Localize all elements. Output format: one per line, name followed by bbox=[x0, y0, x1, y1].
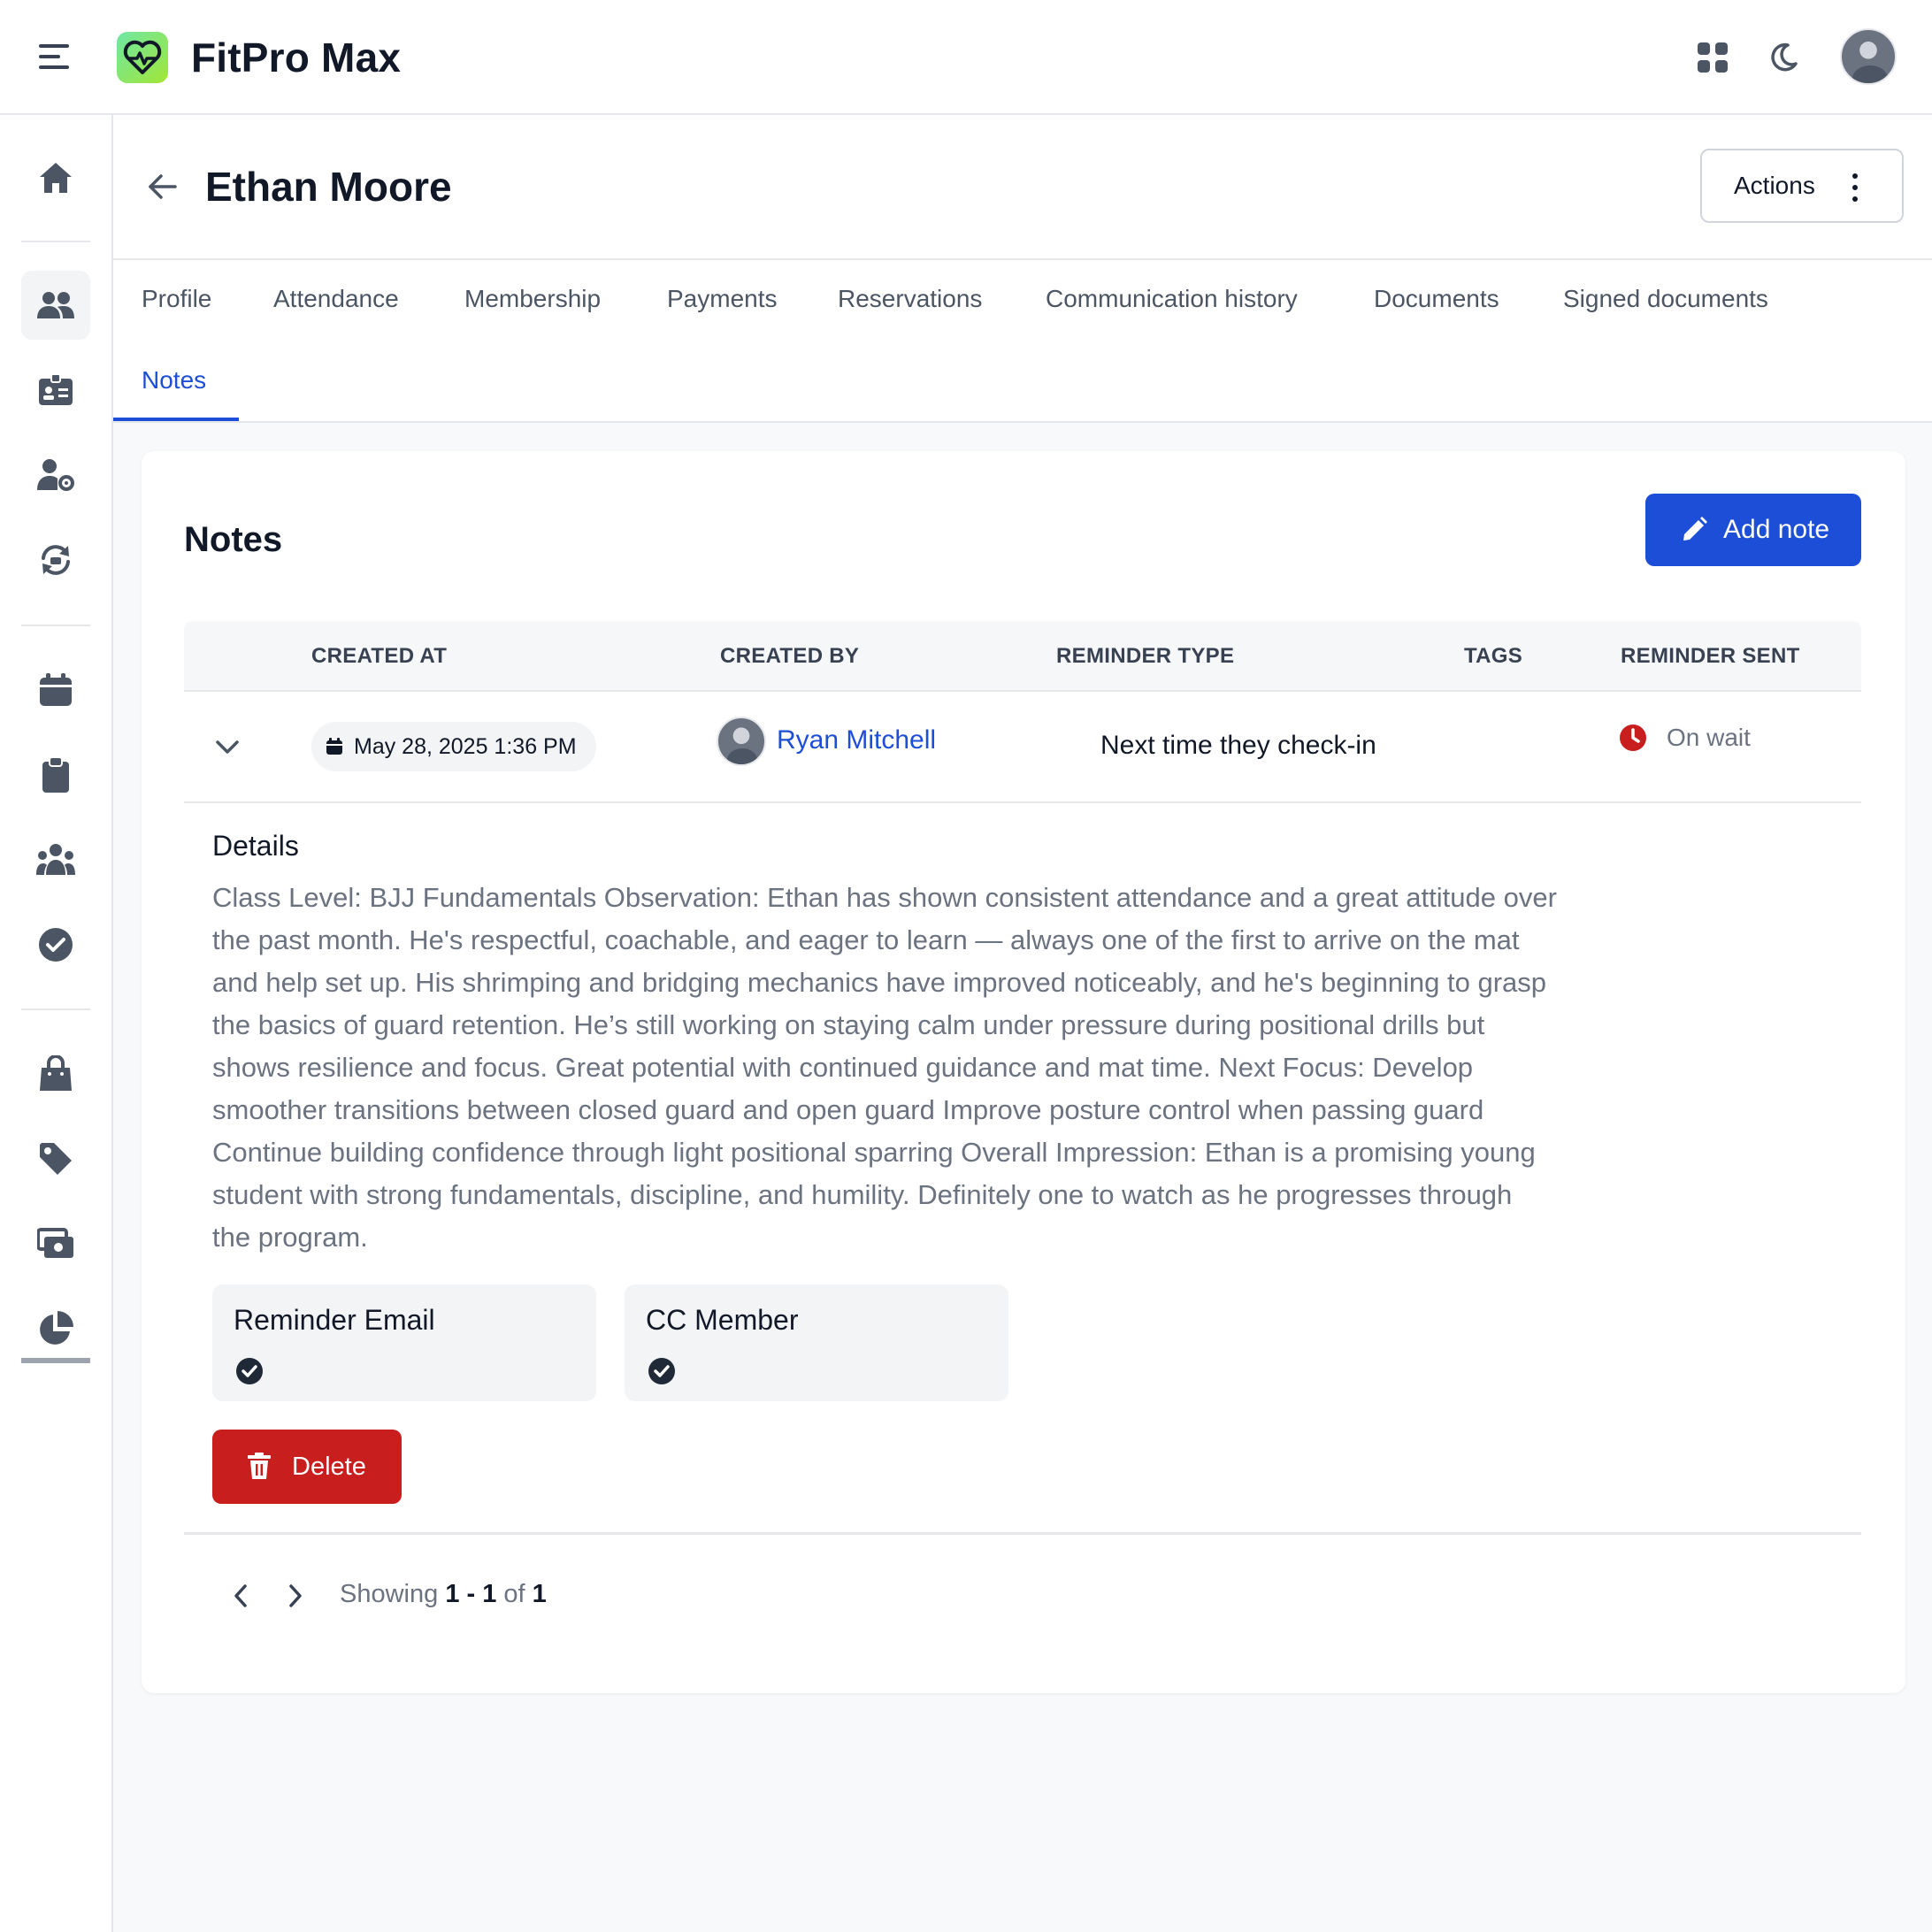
sidebar-item-calendar[interactable] bbox=[21, 656, 90, 724]
sidebar-item-groups[interactable] bbox=[21, 825, 90, 894]
page-header: Ethan Moore Actions bbox=[113, 115, 1932, 260]
heart-pulse-icon bbox=[123, 40, 162, 74]
created-at-badge: May 28, 2025 1:36 PM bbox=[311, 722, 596, 771]
sidebar-item-staff-settings[interactable] bbox=[21, 441, 90, 510]
active-tab-indicator bbox=[113, 418, 239, 421]
cc-member-flag: CC Member bbox=[625, 1284, 1008, 1401]
sidebar-item-home[interactable] bbox=[21, 143, 90, 212]
chevron-down-icon[interactable] bbox=[211, 731, 244, 764]
actions-button-label: Actions bbox=[1734, 172, 1815, 199]
next-page-icon[interactable] bbox=[278, 1578, 313, 1614]
pencil-icon bbox=[1681, 517, 1707, 548]
tab-documents[interactable]: Documents bbox=[1374, 285, 1499, 313]
sidebar-item-check[interactable] bbox=[21, 910, 90, 979]
column-created-by[interactable]: CREATED BY bbox=[720, 644, 859, 669]
details-title: Details bbox=[212, 830, 299, 862]
dark-mode-moon-icon[interactable] bbox=[1763, 37, 1804, 78]
column-created-at[interactable]: CREATED AT bbox=[311, 644, 447, 669]
pagination-range: 1 - 1 bbox=[445, 1580, 497, 1608]
column-reminder-type[interactable]: REMINDER TYPE bbox=[1056, 644, 1234, 669]
created-by-link[interactable]: Ryan Mitchell bbox=[777, 725, 936, 755]
reminder-type-value: Next time they check-in bbox=[1100, 731, 1376, 760]
reminder-sent-status: On wait bbox=[1667, 724, 1751, 751]
tab-membership[interactable]: Membership bbox=[464, 285, 601, 313]
sidebar bbox=[0, 115, 113, 1932]
sidebar-item-members[interactable] bbox=[21, 271, 90, 340]
delete-label: Delete bbox=[292, 1453, 366, 1481]
staff-settings-icon bbox=[37, 459, 74, 491]
back-arrow-icon[interactable] bbox=[142, 166, 182, 207]
tab-communication-history[interactable]: Communication history bbox=[1046, 285, 1298, 313]
clipboard-icon bbox=[42, 756, 69, 793]
sidebar-item-reports[interactable] bbox=[21, 1294, 90, 1363]
tab-bar: Profile Attendance Membership Payments R… bbox=[113, 260, 1932, 423]
members-icon bbox=[37, 292, 74, 318]
created-at-value: May 28, 2025 1:36 PM bbox=[354, 733, 577, 759]
sidebar-item-tags[interactable] bbox=[21, 1124, 90, 1193]
sidebar-item-payments[interactable] bbox=[21, 1209, 90, 1278]
details-text: Class Level: BJJ Fundamentals Observatio… bbox=[212, 882, 1557, 1253]
tab-attendance[interactable]: Attendance bbox=[273, 285, 399, 313]
cc-member-label: CC Member bbox=[646, 1304, 799, 1336]
tab-notes[interactable]: Notes bbox=[142, 366, 206, 395]
check-circle-icon bbox=[648, 1357, 676, 1390]
clock-icon bbox=[1619, 724, 1647, 752]
sidebar-item-sync[interactable] bbox=[21, 525, 90, 594]
table-row[interactable]: May 28, 2025 1:36 PM Ryan Mitchell Next … bbox=[184, 692, 1861, 803]
app-logo bbox=[117, 32, 168, 83]
of-label: of bbox=[503, 1580, 525, 1608]
pie-chart-icon bbox=[40, 1311, 73, 1345]
home-icon bbox=[40, 163, 72, 193]
pagination-total: 1 bbox=[532, 1580, 547, 1608]
sidebar-item-shop[interactable] bbox=[21, 1039, 90, 1108]
apps-grid-icon[interactable] bbox=[1692, 37, 1733, 78]
trash-icon bbox=[248, 1453, 271, 1484]
section-title: Notes bbox=[184, 520, 283, 559]
actions-button[interactable]: Actions bbox=[1700, 149, 1904, 223]
calendar-icon bbox=[40, 673, 72, 706]
showing-label: Showing bbox=[340, 1580, 439, 1608]
menu-icon[interactable] bbox=[39, 42, 74, 71]
id-card-icon bbox=[39, 373, 73, 405]
pagination-summary: Showing 1 - 1 of 1 bbox=[340, 1580, 547, 1609]
table-footer-divider bbox=[184, 1532, 1861, 1535]
delete-button[interactable]: Delete bbox=[212, 1430, 402, 1504]
reminder-email-label: Reminder Email bbox=[234, 1304, 435, 1336]
calendar-small-icon bbox=[326, 738, 342, 755]
sidebar-item-id-card[interactable] bbox=[21, 356, 90, 425]
table-header: CREATED AT CREATED BY REMINDER TYPE TAGS… bbox=[184, 621, 1861, 692]
user-avatar[interactable] bbox=[1840, 28, 1897, 85]
top-bar: FitPro Max bbox=[0, 0, 1932, 115]
payments-icon bbox=[37, 1228, 73, 1258]
shopping-bag-icon bbox=[40, 1055, 72, 1091]
previous-page-icon[interactable] bbox=[223, 1578, 258, 1614]
add-note-label: Add note bbox=[1723, 515, 1830, 544]
tab-signed-documents[interactable]: Signed documents bbox=[1563, 285, 1768, 313]
column-reminder-sent[interactable]: REMINDER SENT bbox=[1621, 644, 1800, 669]
note-details: Details Class Level: BJJ Fundamentals Ob… bbox=[212, 830, 1557, 1259]
page-title: Ethan Moore bbox=[205, 164, 452, 210]
tab-profile[interactable]: Profile bbox=[142, 285, 211, 313]
tag-icon bbox=[40, 1143, 72, 1175]
sync-icon bbox=[42, 545, 70, 575]
tab-payments[interactable]: Payments bbox=[667, 285, 778, 313]
column-tags[interactable]: TAGS bbox=[1464, 644, 1522, 669]
notes-card: Notes Add note CREATED AT CREATED BY REM… bbox=[142, 451, 1905, 1693]
check-circle-icon bbox=[235, 1357, 264, 1390]
app-title: FitPro Max bbox=[191, 34, 402, 80]
add-note-button[interactable]: Add note bbox=[1645, 494, 1861, 566]
sidebar-item-clipboard[interactable] bbox=[21, 740, 90, 809]
groups-icon bbox=[36, 844, 75, 875]
more-vertical-icon bbox=[1852, 173, 1858, 202]
check-circle-icon bbox=[39, 928, 73, 962]
avatar bbox=[717, 717, 766, 766]
reminder-email-flag: Reminder Email bbox=[212, 1284, 596, 1401]
tab-reservations[interactable]: Reservations bbox=[838, 285, 982, 313]
